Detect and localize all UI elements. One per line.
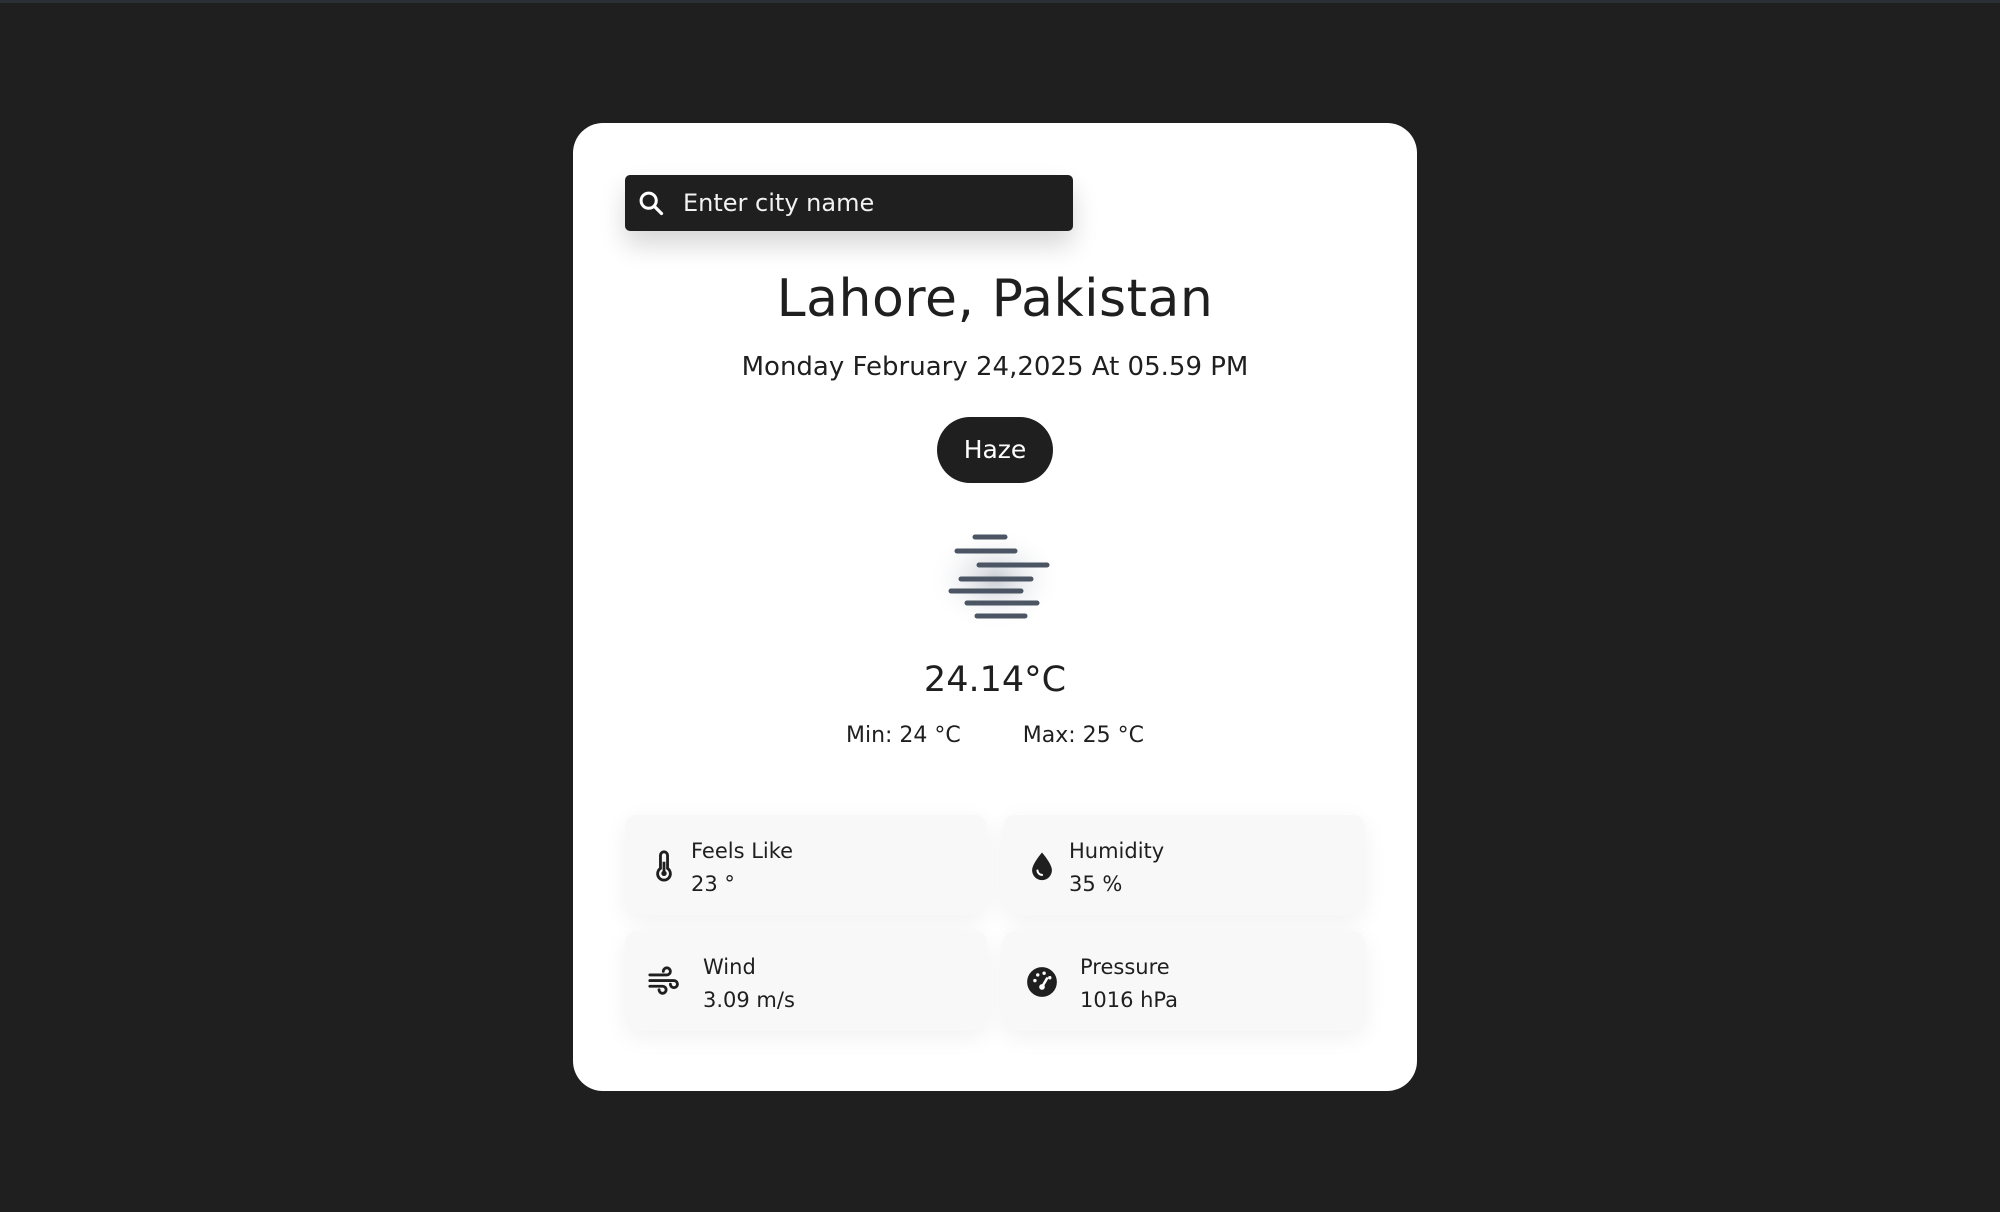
pressure-label: Pressure: [1080, 955, 1170, 979]
thermometer-icon: [656, 850, 672, 882]
min-temperature: Min: 24 °C: [845, 723, 961, 748]
humidity-card: Humidity 35 %: [1003, 815, 1365, 915]
feels-like-label: Feels Like: [691, 839, 794, 863]
pressure-card: Pressure 1016 hPa: [1003, 931, 1365, 1031]
wind-icon: [648, 966, 679, 995]
humidity-value: 35 %: [1069, 872, 1123, 896]
droplet-icon: [1032, 852, 1052, 881]
date-time: Monday February 24,2025 At 05.59 PM: [741, 352, 1249, 382]
wind-card: Wind 3.09 m/s: [625, 931, 987, 1031]
wind-value: 3.09 m/s: [703, 988, 795, 1012]
search-input[interactable]: [683, 183, 1063, 223]
current-temperature: 24.14°C: [923, 660, 1067, 700]
humidity-label: Humidity: [1069, 839, 1165, 863]
gauge-icon: [1027, 967, 1057, 997]
feels-like-card: Feels Like 23 °: [625, 815, 987, 915]
max-temperature: Max: 25 °C: [1022, 723, 1145, 748]
feels-like-value: 23 °: [691, 872, 735, 896]
pressure-value: 1016 hPa: [1080, 988, 1179, 1012]
top-border: [0, 0, 2000, 3]
search-icon[interactable]: [637, 189, 665, 217]
city-name: Lahore, Pakistan: [776, 269, 1214, 329]
condition-badge-wrap: Haze: [573, 417, 1417, 483]
wind-label: Wind: [703, 955, 756, 979]
search-bar[interactable]: [625, 175, 1073, 231]
haze-icon: [927, 527, 1063, 631]
weather-card: Lahore, Pakistan Monday February 24,2025…: [573, 123, 1417, 1091]
condition-badge: Haze: [936, 417, 1054, 483]
min-max-row: Min: 24 °C Max: 25 °C: [573, 723, 1417, 748]
